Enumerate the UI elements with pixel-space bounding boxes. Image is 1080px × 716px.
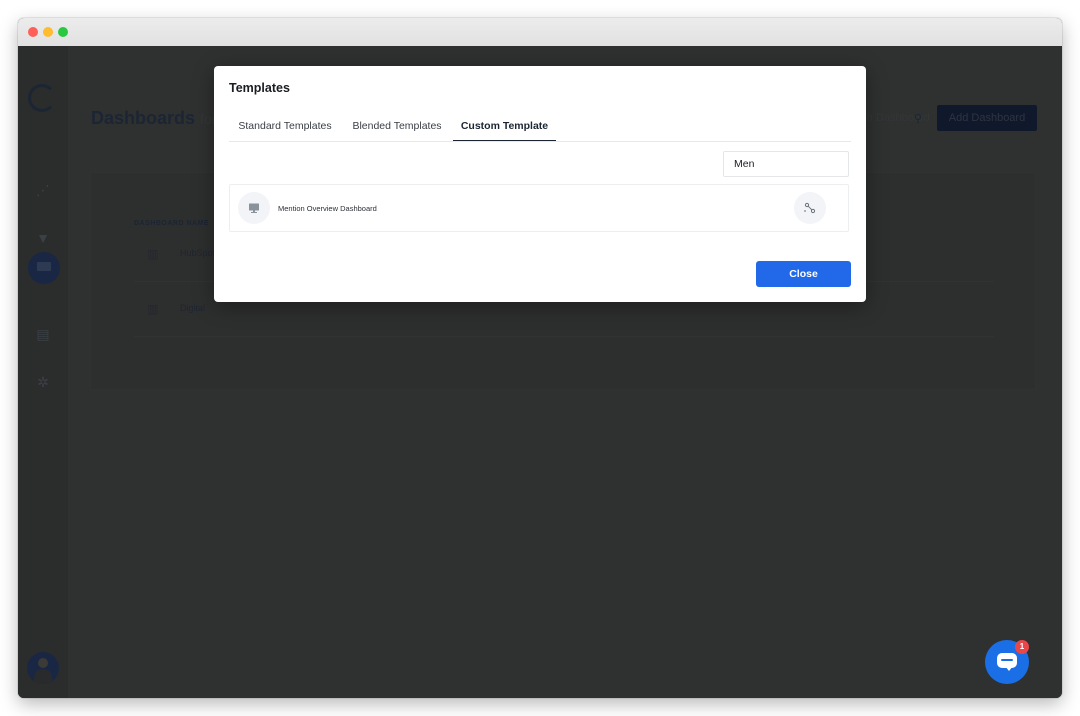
user-avatar[interactable] (27, 652, 59, 684)
list-item[interactable]: Mention Overview Dashboard (229, 184, 849, 232)
settings-icon[interactable]: ✲ (35, 374, 51, 390)
column-header: DASHBOARD NAME (134, 220, 210, 227)
monitor-icon (238, 192, 270, 224)
close-button[interactable]: Close (756, 261, 851, 287)
template-tabs: Standard Templates Blended Templates Cus… (229, 114, 851, 142)
page-title-text: Dashboards (91, 108, 196, 128)
search-icon[interactable]: ⚲ (914, 112, 926, 125)
template-search-input[interactable] (723, 151, 849, 177)
close-window-button[interactable] (28, 27, 38, 37)
modal-title: Templates (229, 81, 290, 95)
template-name: Mention Overview Dashboard (278, 204, 377, 213)
filter-icon[interactable]: ▼ (35, 230, 51, 246)
add-dashboard-button[interactable]: Add Dashboard (937, 105, 1037, 131)
minimize-window-button[interactable] (43, 27, 53, 37)
tab-standard-templates[interactable]: Standard Templates (229, 114, 341, 140)
dashboards-icon[interactable] (28, 252, 60, 284)
templates-modal: Templates Standard Templates Blended Tem… (214, 66, 866, 302)
tab-blended-templates[interactable]: Blended Templates (341, 114, 453, 140)
barcode-icon: ▥ (147, 302, 159, 316)
connections-icon[interactable]: ⋰ (35, 182, 51, 198)
row-name: HubSpot (180, 248, 216, 258)
logo-icon[interactable] (28, 84, 56, 112)
connect-icon[interactable] (794, 192, 826, 224)
maximize-window-button[interactable] (58, 27, 68, 37)
barcode-icon: ▥ (147, 247, 159, 261)
reports-icon[interactable]: ▤ (35, 326, 51, 342)
page-title: Dashboards for (91, 108, 216, 129)
sidebar: ⋰ ▼ ▤ ✲ (18, 46, 68, 698)
notification-badge: 1 (1015, 640, 1029, 654)
window-titlebar (18, 18, 1062, 47)
row-name: Digital (180, 303, 206, 313)
tab-custom-template[interactable]: Custom Template (453, 114, 556, 141)
